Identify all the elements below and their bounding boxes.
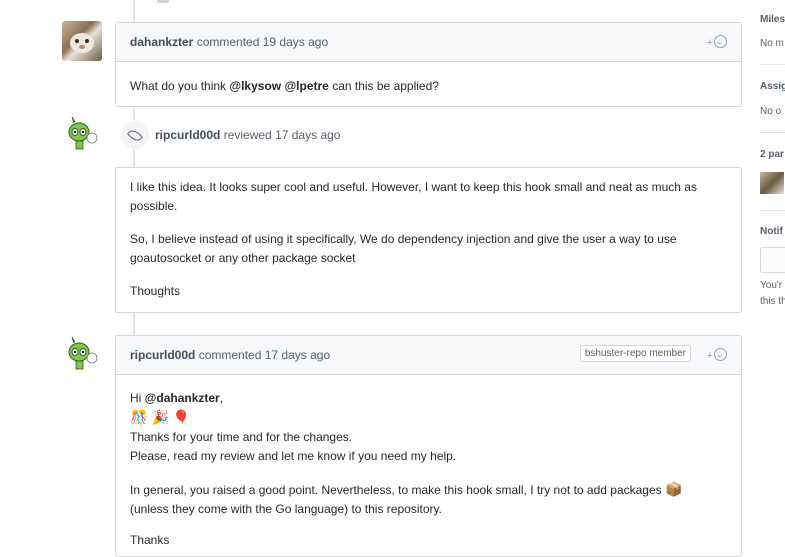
milestone-value: No m: [760, 38, 784, 49]
review-card: I like this idea. It looks super cool an…: [115, 167, 742, 313]
comment-author[interactable]: ripcurld00d: [130, 348, 195, 362]
notifications-heading: Notif: [760, 226, 783, 237]
comment-timestamp[interactable]: 19 days ago: [263, 35, 328, 49]
add-reaction-button[interactable]: +: [707, 348, 727, 362]
assignees-value: No o: [760, 106, 782, 117]
review-action: reviewed: [223, 128, 272, 142]
comment-body: Hi @dahankzter, 🎊 🎉 🎈 Thanks for your time…: [130, 391, 683, 547]
review-author[interactable]: ripcurld00d: [155, 128, 220, 142]
comment-timestamp[interactable]: 17 days ago: [265, 348, 330, 362]
confetti-icon: 🎊: [130, 409, 148, 425]
comment-body: What do you think @lkysow @lpetre can th…: [130, 79, 439, 93]
review-badge: [120, 120, 150, 150]
mention-link[interactable]: @lkysow: [229, 79, 281, 93]
timeline-line: [133, 0, 135, 22]
smiley-icon: [714, 348, 727, 361]
divider: [760, 132, 785, 133]
timeline-line: [133, 150, 135, 168]
notifications-text: You'r: [760, 280, 783, 291]
avatar[interactable]: [62, 334, 102, 374]
review-body: I like this idea. It looks super cool an…: [116, 168, 741, 301]
comment-author[interactable]: dahankzter: [130, 35, 193, 49]
assignees-heading[interactable]: Assig: [760, 81, 785, 92]
review-timestamp[interactable]: 17 days ago: [275, 128, 340, 142]
comment-header: dahankzter commented 19 days ago +: [116, 23, 741, 62]
comment-action: commented: [198, 348, 262, 362]
subscribe-button[interactable]: [760, 247, 785, 273]
comment-action: commented: [196, 35, 260, 49]
timeline-line: [133, 106, 135, 120]
eye-icon: [126, 127, 144, 144]
review-paragraph: I like this idea. It looks super cool an…: [130, 180, 697, 213]
mention-link[interactable]: @dahankzter: [145, 391, 220, 405]
comment-card: ripcurld00d commented 17 days ago bshust…: [115, 335, 742, 557]
divider: [760, 64, 785, 65]
avatar[interactable]: [62, 114, 102, 154]
balloon-icon: 🎈: [172, 409, 191, 425]
participant-avatar[interactable]: [760, 172, 784, 194]
timeline-line: [133, 313, 135, 335]
milestone-heading[interactable]: Miles: [760, 14, 785, 25]
edit-icon: [157, 0, 169, 3]
comment-header: ripcurld00d commented 17 days ago bshust…: [116, 336, 741, 375]
add-reaction-button[interactable]: +: [707, 35, 727, 49]
gir-robot-icon: [68, 116, 98, 150]
member-badge: bshuster-repo member: [579, 345, 691, 362]
review-paragraph: Thoughts: [130, 284, 181, 298]
smiley-icon: [714, 35, 727, 48]
comment-card: dahankzter commented 19 days ago + What …: [115, 22, 742, 107]
divider: [760, 210, 785, 211]
avatar[interactable]: [62, 21, 102, 61]
package-icon: 📦: [664, 481, 683, 497]
review-paragraph: So, I believe instead of using it specif…: [130, 232, 677, 265]
notifications-text: this th: [760, 296, 785, 307]
party-popper-icon: 🎉: [151, 409, 169, 425]
cat-photo-icon: [70, 33, 94, 53]
mention-link[interactable]: @lpetre: [284, 79, 328, 93]
participants-heading: 2 par: [760, 149, 784, 160]
gir-robot-icon: [68, 336, 98, 370]
sidebar: Miles No m Assig No o 2 par Notif You'r …: [760, 0, 785, 544]
